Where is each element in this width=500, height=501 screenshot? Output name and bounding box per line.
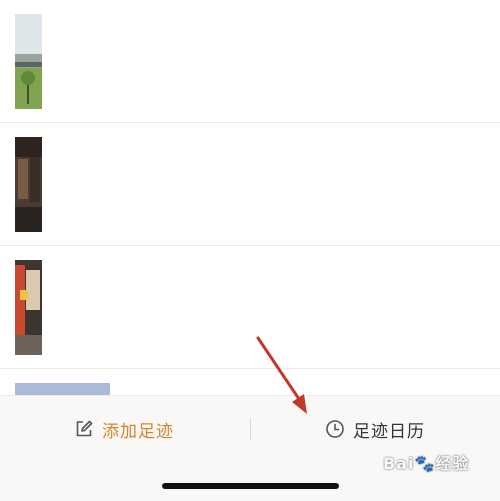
footprint-thumbnail[interactable] — [15, 383, 110, 395]
footprint-calendar-button[interactable]: 足迹日历 — [325, 411, 425, 447]
clock-icon — [326, 420, 344, 438]
watermark: Bai🐾经验 — [383, 454, 470, 473]
toolbar-divider — [250, 418, 251, 440]
add-footprint-label: 添加足迹 — [102, 421, 174, 442]
footprint-calendar-label: 足迹日历 — [353, 421, 425, 442]
home-indicator[interactable] — [162, 483, 339, 489]
add-footprint-button[interactable]: 添加足迹 — [74, 411, 174, 447]
footprint-thumbnail[interactable] — [15, 260, 42, 355]
bottom-toolbar: 添加足迹 足迹日历 — [0, 395, 500, 501]
edit-icon — [76, 420, 93, 437]
footprint-thumbnail[interactable] — [15, 137, 42, 232]
footprint-list — [0, 0, 500, 395]
footprint-item[interactable] — [0, 246, 500, 369]
footprint-item[interactable] — [0, 0, 500, 123]
footprint-item[interactable] — [0, 123, 500, 246]
footprint-thumbnail[interactable] — [15, 14, 42, 109]
footprint-item[interactable] — [0, 369, 500, 395]
